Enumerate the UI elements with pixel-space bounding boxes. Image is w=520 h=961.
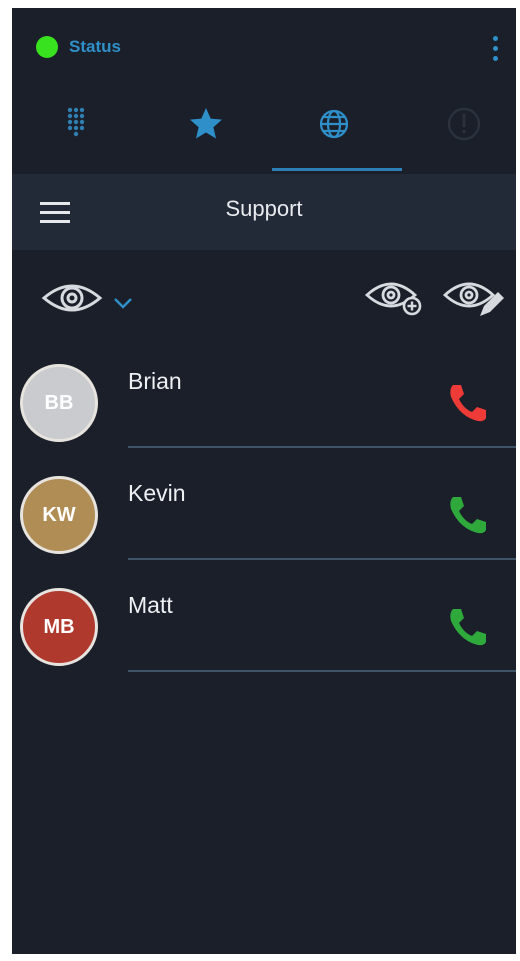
status-label[interactable]: Status: [69, 36, 121, 58]
row-divider: [128, 558, 516, 560]
phone-icon[interactable]: [444, 604, 490, 650]
phone-icon[interactable]: [444, 492, 490, 538]
tab-bar: [12, 84, 516, 174]
info-icon: [447, 107, 481, 141]
avatar: BB: [20, 364, 98, 442]
contact-name: Matt: [128, 592, 173, 618]
page-title: Support: [225, 196, 303, 221]
status-indicator[interactable]: [36, 36, 58, 58]
globe-icon: [319, 109, 349, 139]
tab-info[interactable]: [400, 84, 516, 174]
star-icon: [190, 108, 222, 139]
status-bar: Status: [12, 8, 516, 84]
tab-network[interactable]: [270, 84, 396, 174]
contact-name: Brian: [128, 368, 182, 394]
more-options-icon[interactable]: [490, 34, 502, 64]
eye-add-icon[interactable]: [364, 276, 426, 318]
contact-row[interactable]: BB Brian: [12, 356, 516, 468]
group-header: Support: [12, 174, 516, 250]
tab-dialpad[interactable]: [12, 84, 138, 174]
avatar: KW: [20, 476, 98, 554]
tab-favorites[interactable]: [142, 84, 268, 174]
row-divider: [128, 446, 516, 448]
row-divider: [128, 670, 516, 672]
phone-screen: Status Support BB Brian KW Kevin MB Matt: [12, 8, 516, 954]
contact-row[interactable]: KW Kevin: [12, 468, 516, 580]
active-tab-indicator: [272, 168, 402, 171]
avatar-initials: MB: [43, 615, 75, 638]
avatar: MB: [20, 588, 98, 666]
avatar-initials: KW: [42, 503, 76, 526]
eye-icon[interactable]: [40, 278, 104, 318]
chevron-down-icon[interactable]: [112, 296, 134, 310]
eye-edit-icon[interactable]: [442, 276, 506, 320]
contact-name: Kevin: [128, 480, 186, 506]
avatar-initials: BB: [44, 391, 74, 414]
phone-icon[interactable]: [444, 380, 490, 426]
dialpad-icon: [67, 107, 85, 137]
contact-row[interactable]: MB Matt: [12, 580, 516, 692]
view-filter-row: [12, 266, 516, 332]
